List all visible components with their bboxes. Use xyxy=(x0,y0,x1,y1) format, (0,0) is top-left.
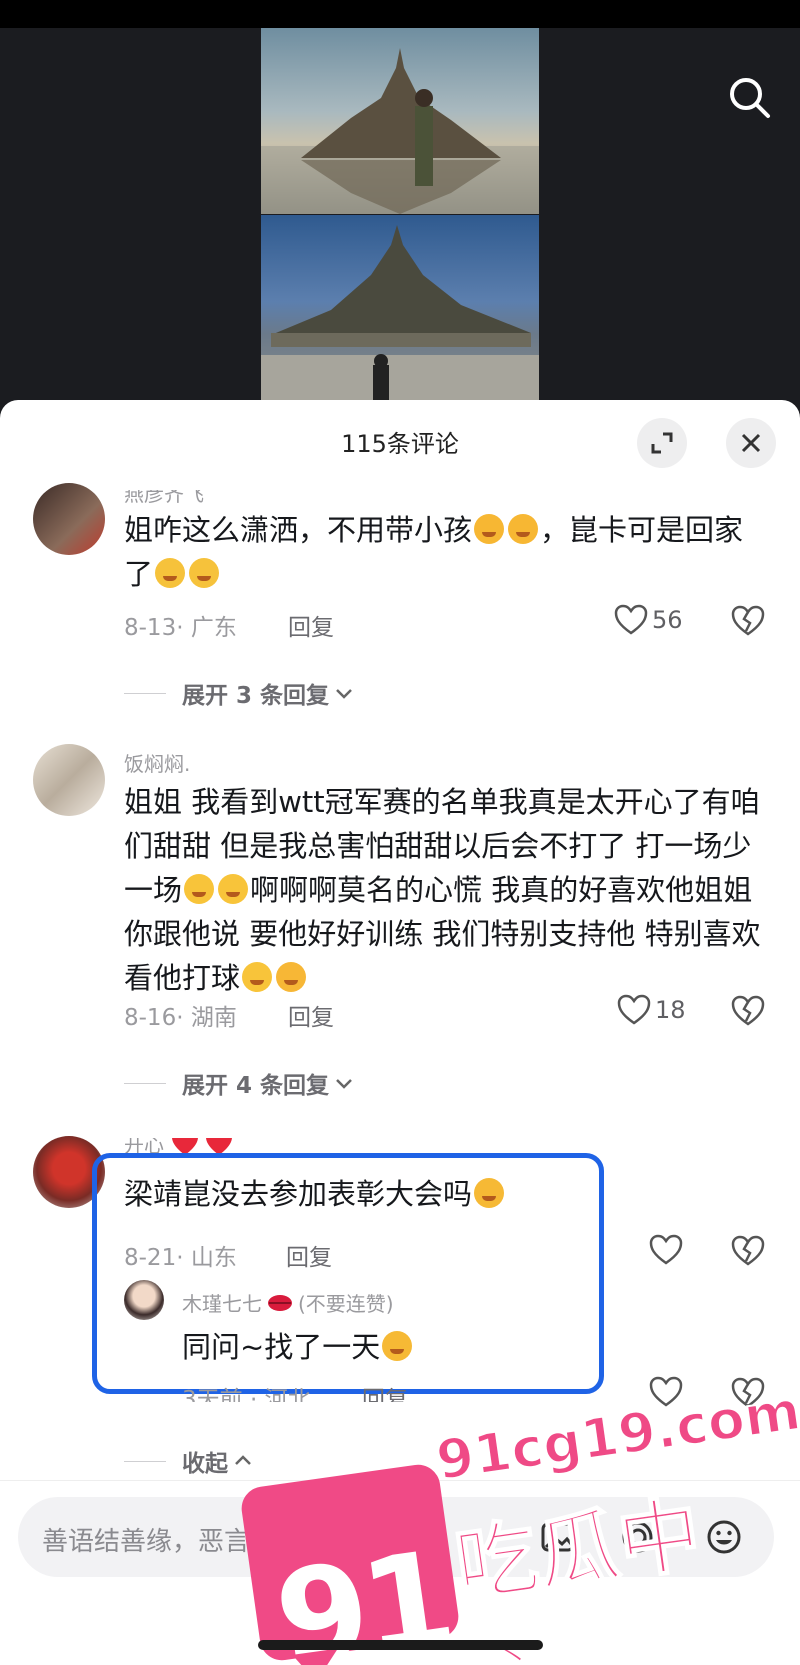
tongue-emoji-icon xyxy=(508,514,539,544)
castle-image xyxy=(261,225,539,408)
search-icon xyxy=(730,78,770,118)
close-icon xyxy=(741,433,761,453)
photo-castle-beach[interactable] xyxy=(261,215,539,408)
reply-button[interactable]: 回复 xyxy=(288,998,334,1032)
chevron-down-icon xyxy=(336,1079,352,1089)
comment-date-location: 8-13· 广东 xyxy=(124,615,237,641)
heart-icon xyxy=(614,604,648,635)
collapse-replies-label: 收起 xyxy=(182,1451,228,1477)
watermark-logo: 91 91cg19.com 吃瓜中心 xyxy=(238,1378,800,1665)
like-count: 56 xyxy=(652,606,683,634)
post-media[interactable] xyxy=(0,28,800,408)
divider-line xyxy=(124,692,166,694)
like-button[interactable] xyxy=(649,1234,683,1266)
heart-icon xyxy=(617,994,651,1025)
broken-heart-icon xyxy=(731,605,765,636)
avatar[interactable] xyxy=(33,744,105,816)
status-bar xyxy=(0,0,800,28)
comments-header: 115条评论 xyxy=(0,400,800,482)
watermark-badge: 91 xyxy=(238,1461,462,1665)
chevron-down-icon xyxy=(336,689,352,699)
crying-emoji-icon xyxy=(184,874,215,904)
sub-reply-badge: (不要连赞) xyxy=(298,1292,394,1316)
sub-reply-text: 同问~找了一天 xyxy=(182,1325,682,1369)
comment-text-part: 梁靖崑没去参加表彰大会吗 xyxy=(124,1177,473,1211)
comment-date-location: 8-21· 山东 xyxy=(124,1245,237,1271)
collapse-replies[interactable]: 收起 xyxy=(124,1444,254,1478)
expand-button[interactable] xyxy=(637,418,687,468)
search-button[interactable] xyxy=(724,72,776,124)
laughing-emoji-icon xyxy=(382,1331,413,1361)
tongue-emoji-icon xyxy=(474,514,505,544)
like-button[interactable]: 56 xyxy=(614,604,683,636)
home-indicator[interactable] xyxy=(258,1640,543,1650)
like-count: 18 xyxy=(655,996,686,1024)
heart-icon xyxy=(649,1234,683,1265)
sub-reply-username-text: 木瑾七七 xyxy=(182,1292,262,1316)
comment-username[interactable]: 燕彦齐飞 xyxy=(124,490,204,507)
reply-button[interactable]: 回复 xyxy=(288,608,334,642)
crying-emoji-icon xyxy=(218,874,249,904)
shy-emoji-icon xyxy=(155,558,186,588)
crying-emoji-icon xyxy=(242,962,273,992)
comment-date-location: 8-16· 湖南 xyxy=(124,1005,237,1031)
expand-replies-label: 展开 3 条回复 xyxy=(182,683,330,709)
divider-line xyxy=(124,1082,166,1084)
comment-text: 姐咋这么潇洒，不用带小孩 ，崑卡可是回家了 xyxy=(124,508,764,596)
dislike-button[interactable] xyxy=(731,605,765,641)
watermark-name: 吃瓜中心 xyxy=(449,1486,708,1665)
expand-replies[interactable]: 展开 4 条回复 xyxy=(124,1066,355,1100)
dislike-button[interactable] xyxy=(731,1235,765,1271)
divider-line xyxy=(124,1460,166,1462)
comment-username[interactable]: 饭焖焖. xyxy=(124,748,190,777)
sub-reply-username[interactable]: 木瑾七七 (不要连赞) xyxy=(182,1288,394,1317)
like-button[interactable]: 18 xyxy=(617,994,686,1026)
avatar[interactable] xyxy=(124,1280,164,1320)
shy-emoji-icon xyxy=(189,558,220,588)
broken-heart-icon xyxy=(731,995,765,1026)
castle-image xyxy=(261,48,539,214)
comment-text: 梁靖崑没去参加表彰大会吗 xyxy=(124,1172,764,1216)
comment-text-part: 同问~找了一天 xyxy=(182,1330,381,1364)
avatar[interactable] xyxy=(33,483,105,555)
expand-icon xyxy=(651,432,673,454)
lips-emoji-icon xyxy=(268,1294,292,1311)
laughing-emoji-icon xyxy=(474,1178,505,1208)
dislike-button[interactable] xyxy=(731,995,765,1031)
comment-text: 姐姐 我看到wtt冠军赛的名单我真是太开心了有咱们甜甜 但是我总害怕甜甜以后会不… xyxy=(124,780,764,1000)
broken-heart-icon xyxy=(731,1235,765,1266)
photo-castle-reflection[interactable] xyxy=(261,28,539,214)
reply-button[interactable]: 回复 xyxy=(286,1238,332,1272)
comment-text-part: 姐咋这么潇洒，不用带小孩 xyxy=(124,513,473,547)
close-button[interactable] xyxy=(726,418,776,468)
expand-replies[interactable]: 展开 3 条回复 xyxy=(124,676,355,710)
expand-replies-label: 展开 4 条回复 xyxy=(182,1073,330,1099)
hug-emoji-icon xyxy=(276,962,307,992)
